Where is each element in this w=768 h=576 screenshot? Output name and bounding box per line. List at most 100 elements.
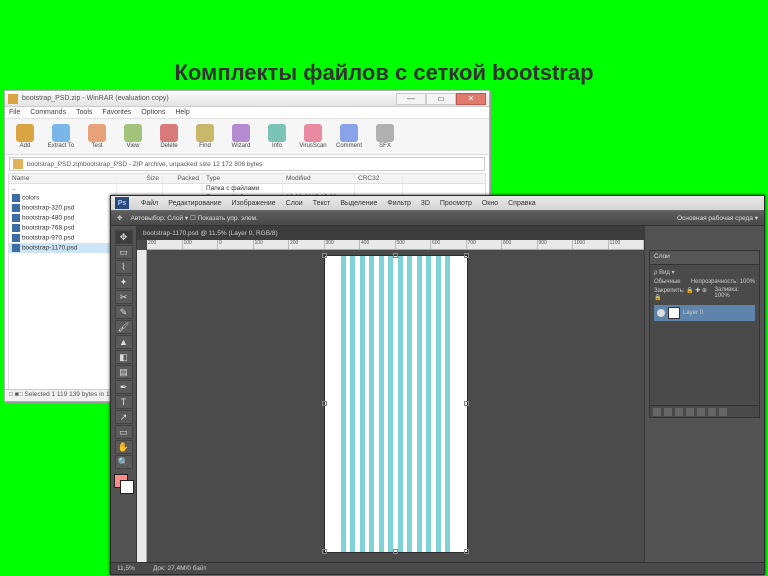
marquee-tool[interactable]: ▭ xyxy=(115,245,133,259)
eyedropper-tool[interactable]: ✎ xyxy=(115,305,133,319)
ps-menu-item[interactable]: Справка xyxy=(508,200,535,207)
tb-info[interactable]: Info xyxy=(261,121,293,153)
brush-tool[interactable]: 🖌 xyxy=(115,320,133,334)
winrar-title: bootstrap_PSD.zip - WinRAR (evaluation c… xyxy=(22,95,169,102)
shape-tool[interactable]: ▭ xyxy=(115,425,133,439)
ps-options-bar: ✥ Автовыбор: Слой ▾ ☐ Показать упр. элем… xyxy=(111,210,764,226)
stamp-tool[interactable]: ▲ xyxy=(115,335,133,349)
ps-menubar: Ps Файл Редактирование Изображение Слои Текс… xyxy=(111,196,764,210)
page-title: Комплекты файлов с сеткой bootstrap xyxy=(0,0,768,94)
tb-delete[interactable]: Delete xyxy=(153,121,185,153)
ps-workspace-switcher[interactable]: Основная рабочая среда ▾ xyxy=(677,214,758,222)
ps-menu-item[interactable]: Окно xyxy=(482,200,498,207)
winrar-path-bar[interactable]: bootstrap_PSD.zip\bootstrap_PSD - ZIP ar… xyxy=(9,157,485,171)
eraser-tool[interactable]: ◧ xyxy=(115,350,133,364)
ps-options-left[interactable]: Автовыбор: Слой ▾ ☐ Показать упр. элем. xyxy=(130,214,257,222)
ps-menu-item[interactable]: 3D xyxy=(421,200,430,207)
file-row[interactable]: ..Папка с файлами xyxy=(9,184,485,193)
layer-kind-filter[interactable]: ρ Вид ▾ xyxy=(654,269,755,276)
fill-value[interactable]: 100% xyxy=(714,293,729,299)
ps-canvas-area[interactable] xyxy=(147,250,644,562)
layer-name[interactable]: Layer 0 xyxy=(683,310,703,316)
path-tool[interactable]: ↗ xyxy=(115,410,133,424)
tb-add[interactable]: Add xyxy=(9,121,41,153)
tb-sfx[interactable]: SFX xyxy=(369,121,401,153)
ps-menu-item[interactable]: Выделение xyxy=(340,200,377,207)
menu-file[interactable]: File xyxy=(9,109,20,116)
move-tool[interactable]: ✥ xyxy=(115,230,133,244)
menu-options[interactable]: Options xyxy=(141,109,165,116)
adjustment-icon[interactable] xyxy=(686,408,694,416)
crop-tool[interactable]: ✂ xyxy=(115,290,133,304)
menu-help[interactable]: Help xyxy=(175,109,189,116)
link-layers-icon[interactable] xyxy=(653,408,661,416)
col-name[interactable]: Name xyxy=(9,174,117,183)
tb-find[interactable]: Find xyxy=(189,121,221,153)
ps-statusbar: 11,5% Док: 27,4M/0 байт xyxy=(111,562,764,574)
col-packed[interactable]: Packed xyxy=(163,174,203,183)
trash-icon[interactable] xyxy=(719,408,727,416)
opacity-label: Непрозрачность: xyxy=(691,279,738,285)
ps-menu-item[interactable]: Изображение xyxy=(232,200,276,207)
window-controls: — ▭ ✕ xyxy=(396,93,486,105)
winrar-toolbar: AddExtract ToTestViewDeleteFindWizardInf… xyxy=(5,119,489,155)
menu-favorites[interactable]: Favorites xyxy=(102,109,131,116)
menu-tools[interactable]: Tools xyxy=(76,109,92,116)
ps-canvas[interactable] xyxy=(325,256,467,552)
fx-icon[interactable] xyxy=(664,408,672,416)
col-size[interactable]: Size xyxy=(117,174,163,183)
ps-tools-panel: ✥ ▭ ⌇ ✦ ✂ ✎ 🖌 ▲ ◧ ▤ ✒ T ↗ ▭ ✋ 🔍 xyxy=(111,226,137,562)
winrar-path: bootstrap_PSD.zip\bootstrap_PSD - ZIP ar… xyxy=(27,161,262,168)
new-layer-icon[interactable] xyxy=(708,408,716,416)
hand-tool[interactable]: ✋ xyxy=(115,440,133,454)
zoom-level[interactable]: 11,5% xyxy=(117,565,135,572)
ps-ruler-vertical xyxy=(137,250,147,562)
zoom-tool[interactable]: 🔍 xyxy=(115,455,133,469)
pen-tool[interactable]: ✒ xyxy=(115,380,133,394)
col-type[interactable]: Type xyxy=(203,174,283,183)
winrar-list-header[interactable]: NameSizePackedTypeModifiedCRC32 xyxy=(9,174,485,184)
ps-menu-item[interactable]: Файл xyxy=(141,200,158,207)
folder-icon xyxy=(13,159,23,169)
archive-icon xyxy=(8,94,18,104)
tb-comment[interactable]: Comment xyxy=(333,121,365,153)
ps-logo-icon: Ps xyxy=(115,197,129,209)
layers-panel-title[interactable]: Слои xyxy=(650,251,759,265)
maximize-button[interactable]: ▭ xyxy=(426,93,456,105)
layer-thumbnail[interactable] xyxy=(668,307,680,319)
ps-menu-item[interactable]: Текст xyxy=(313,200,331,207)
wand-tool[interactable]: ✦ xyxy=(115,275,133,289)
photoshop-window: Ps Файл Редактирование Изображение Слои Текс… xyxy=(110,195,765,575)
ps-menu-item[interactable]: Слои xyxy=(286,200,303,207)
mask-icon[interactable] xyxy=(675,408,683,416)
tb-wizard[interactable]: Wizard xyxy=(225,121,257,153)
ps-menu-item[interactable]: Редактирование xyxy=(168,200,221,207)
ps-menu-item[interactable]: Фильтр xyxy=(387,200,411,207)
col-crc32[interactable]: CRC32 xyxy=(355,174,403,183)
lasso-tool[interactable]: ⌇ xyxy=(115,260,133,274)
color-swatches[interactable] xyxy=(114,474,134,494)
close-button[interactable]: ✕ xyxy=(456,93,486,105)
ps-menu-item[interactable]: Просмотр xyxy=(440,200,472,207)
menu-commands[interactable]: Commands xyxy=(30,109,66,116)
opacity-value[interactable]: 100% xyxy=(740,279,755,285)
tb-view[interactable]: View xyxy=(117,121,149,153)
blend-mode-select[interactable]: Обычные xyxy=(654,279,681,285)
tb-test[interactable]: Test xyxy=(81,121,113,153)
visibility-icon[interactable] xyxy=(657,309,665,317)
layer-row[interactable]: Layer 0 xyxy=(654,305,755,321)
tb-extract-to[interactable]: Extract To xyxy=(45,121,77,153)
tb-virusscan[interactable]: VirusScan xyxy=(297,121,329,153)
type-tool[interactable]: T xyxy=(115,395,133,409)
ps-document-tab[interactable]: bootstrap-1170.psd @ 11.5% (Layer 0, RGB… xyxy=(137,226,644,240)
doc-info: Док: 27,4M/0 байт xyxy=(153,565,207,572)
minimize-button[interactable]: — xyxy=(396,93,426,105)
group-icon[interactable] xyxy=(697,408,705,416)
move-tool-icon: ✥ xyxy=(117,214,122,222)
layers-panel: Слои ρ Вид ▾ Обычные Непрозрачность: 100… xyxy=(649,250,760,418)
gradient-tool[interactable]: ▤ xyxy=(115,365,133,379)
col-modified[interactable]: Modified xyxy=(283,174,355,183)
lock-controls[interactable]: Закрепить: 🔒 ✚ ⊕ 🔒 xyxy=(654,287,714,301)
ps-ruler-horizontal: 2001000100200300400500600700800900100011… xyxy=(147,240,644,250)
winrar-titlebar[interactable]: bootstrap_PSD.zip - WinRAR (evaluation c… xyxy=(5,91,489,107)
